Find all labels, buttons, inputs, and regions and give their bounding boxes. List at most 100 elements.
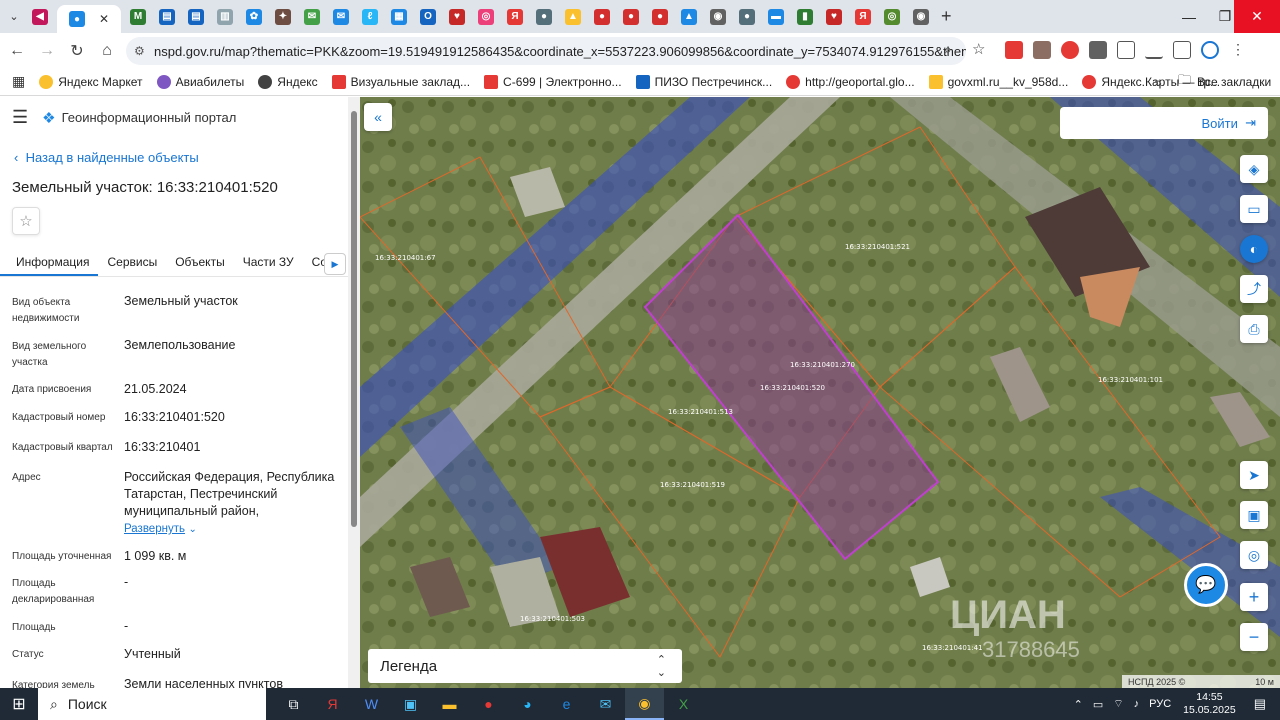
close-tab-icon[interactable]: ✕ <box>99 12 109 26</box>
volume-icon[interactable]: ♪ <box>1134 698 1140 710</box>
browser-tab[interactable]: ● <box>648 5 672 29</box>
collapse-panel-icon[interactable]: « <box>364 103 392 131</box>
edge-icon[interactable]: ◕ <box>508 688 547 720</box>
bookmark-item[interactable]: http://geoportal.glo... <box>786 74 915 89</box>
zoom-out-icon[interactable]: − <box>1240 623 1268 651</box>
task-view-icon[interactable]: ⧉ <box>274 688 313 720</box>
apps-grid-icon[interactable]: ▦ <box>12 73 25 90</box>
forward-icon[interactable]: → <box>32 42 62 60</box>
navigate-icon[interactable]: ➤ <box>1240 461 1268 489</box>
extension-icon[interactable] <box>1061 41 1079 59</box>
zoom-search-icon[interactable]: ⌕ <box>944 41 952 58</box>
tray-overflow-icon[interactable]: ⌃ <box>1074 698 1083 711</box>
clock[interactable]: 14:55 15.05.2025 <box>1183 691 1236 717</box>
browser-tab[interactable]: ◎ <box>474 5 498 29</box>
browser-tab[interactable]: ✉ <box>329 5 353 29</box>
browser-tab[interactable]: ▦ <box>387 5 411 29</box>
browser-tab[interactable]: ℓ <box>358 5 382 29</box>
network-icon[interactable]: ▭ <box>1093 698 1103 711</box>
profile-icon[interactable] <box>1201 41 1219 59</box>
bookmark-item[interactable]: Визуальные заклад... <box>331 74 470 89</box>
wifi-icon[interactable]: ⌔ <box>1113 697 1123 711</box>
panel-scrollbar[interactable] <box>348 97 360 688</box>
bookmark-item[interactable]: govxml.ru__kv_958d... <box>928 74 1068 89</box>
extensions-puzzle-icon[interactable] <box>1117 41 1135 59</box>
home-icon[interactable]: ⌂ <box>92 42 122 60</box>
tab-information[interactable]: Информация <box>0 249 99 276</box>
bookmark-item[interactable]: Яндекс <box>258 74 318 89</box>
browser-tab[interactable]: ▤ <box>155 5 179 29</box>
bookmark-item[interactable]: С-699 | Электронно... <box>484 74 622 89</box>
browser-tab[interactable]: ♥ <box>445 5 469 29</box>
tab-services[interactable]: Сервисы <box>98 249 166 276</box>
browser-tab[interactable]: ▲ <box>677 5 701 29</box>
mail-icon[interactable]: ✉ <box>586 688 625 720</box>
legend-dropdown[interactable]: Легенда ⌃ ⌄ <box>368 649 682 683</box>
panel-toggle-icon[interactable]: ▣ <box>1240 501 1268 529</box>
word-icon[interactable]: W <box>352 688 391 720</box>
browser-tab[interactable]: ✉ <box>300 5 324 29</box>
chrome-icon[interactable]: ◉ <box>625 688 664 720</box>
browser-tab[interactable]: ▲ <box>561 5 585 29</box>
assistant-icon[interactable]: ◐ <box>1240 235 1268 263</box>
taskbar-search[interactable]: ⌕ Поиск <box>38 688 266 720</box>
browser-tab[interactable]: ● <box>619 5 643 29</box>
all-bookmarks-button[interactable]: 🗀 Все закладки <box>1178 71 1271 93</box>
menu-icon[interactable]: ☰ <box>12 107 28 128</box>
tab-parts[interactable]: Части ЗУ <box>234 249 303 276</box>
yandex-app-icon[interactable]: Я <box>313 688 352 720</box>
browser-tab[interactable]: ● <box>532 5 556 29</box>
yandex-browser-icon[interactable]: ● <box>469 688 508 720</box>
site-info-icon[interactable]: ⚙ <box>134 44 145 58</box>
favorite-star-icon[interactable]: ☆ <box>12 207 40 235</box>
browser-menu-icon[interactable]: ⋮ <box>1229 41 1247 59</box>
browser-tab[interactable]: ◉ <box>706 5 730 29</box>
store-icon[interactable]: ▣ <box>391 688 430 720</box>
extension-icon[interactable] <box>1005 41 1023 59</box>
browser-tab[interactable]: ● <box>735 5 759 29</box>
reload-icon[interactable]: ↻ <box>62 41 92 61</box>
browser-tab[interactable]: ▮ <box>793 5 817 29</box>
browser-tab[interactable]: O <box>416 5 440 29</box>
new-tab-button[interactable]: + <box>941 6 952 27</box>
browser-tab[interactable]: Я <box>503 5 527 29</box>
zoom-in-icon[interactable]: + <box>1240 583 1268 611</box>
ie-icon[interactable]: e <box>547 688 586 720</box>
share-icon[interactable]: ⤴ <box>1240 275 1268 303</box>
browser-tab[interactable]: ◉ <box>909 5 933 29</box>
browser-tab[interactable]: ✦ <box>271 5 295 29</box>
browser-tab[interactable]: ▤ <box>184 5 208 29</box>
language-indicator[interactable]: РУС <box>1149 698 1171 710</box>
location-search-icon[interactable]: ◎ <box>1240 541 1268 569</box>
expand-link[interactable]: Развернуть ⌄ <box>124 520 339 538</box>
media-icon[interactable] <box>1173 41 1191 59</box>
browser-tab[interactable]: ◀ <box>28 5 52 29</box>
excel-icon[interactable]: X <box>664 688 703 720</box>
bookmark-item[interactable]: ПИЗО Пестречинск... <box>635 74 772 89</box>
print-icon[interactable]: ⎙ <box>1240 315 1268 343</box>
scrollbar-thumb[interactable] <box>351 111 357 527</box>
browser-tab[interactable]: ▬ <box>764 5 788 29</box>
extension-icon[interactable] <box>1033 41 1051 59</box>
browser-tab[interactable]: ◎ <box>880 5 904 29</box>
browser-tab[interactable]: ● <box>590 5 614 29</box>
back-icon[interactable]: ← <box>2 42 32 60</box>
browser-tab-active[interactable]: ● ✕ <box>57 5 121 33</box>
bookmark-item[interactable]: Яндекс Маркет <box>39 74 143 89</box>
more-bookmarks-icon[interactable]: » <box>1154 74 1162 90</box>
ruler-icon[interactable]: ▭ <box>1240 195 1268 223</box>
bookmark-item[interactable]: Авиабилеты <box>156 74 244 89</box>
file-explorer-icon[interactable]: ▬ <box>430 688 469 720</box>
browser-tab[interactable]: ▥ <box>213 5 237 29</box>
windows-start-icon[interactable]: ⊞ <box>0 694 38 714</box>
extension-icon[interactable] <box>1089 41 1107 59</box>
tab-objects[interactable]: Объекты <box>166 249 234 276</box>
browser-tab[interactable]: M <box>126 5 150 29</box>
tabs-scroll-right-icon[interactable]: ▶ <box>324 253 346 275</box>
browser-tab[interactable]: Я <box>851 5 875 29</box>
url-field[interactable]: ⚙ nspd.gov.ru/map?thematic=PKK&zoom=19.5… <box>126 37 966 65</box>
chat-icon[interactable]: 💬 <box>1184 563 1228 607</box>
tab-list-button[interactable]: ⌄ <box>5 5 23 29</box>
notifications-icon[interactable]: ▤ <box>1254 696 1266 712</box>
map-canvas[interactable]: 16:33:210401:521 16:33:210401:270 16:33:… <box>360 97 1280 688</box>
